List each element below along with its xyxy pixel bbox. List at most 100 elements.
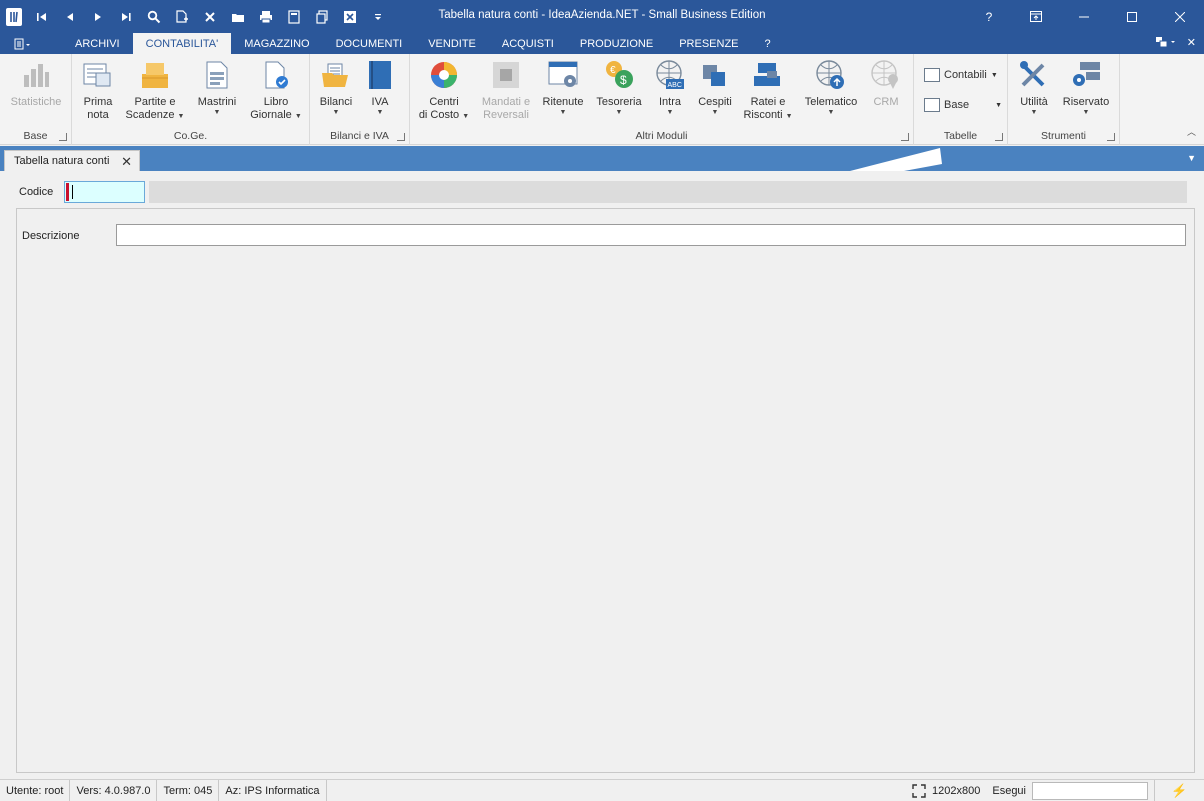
text-cursor — [72, 185, 73, 199]
svg-text:€: € — [610, 65, 616, 76]
first-record-icon[interactable] — [28, 3, 56, 31]
collapse-ribbon-icon[interactable]: ︿ — [1187, 125, 1196, 138]
excel-icon[interactable] — [336, 3, 364, 31]
tab-separator-shape — [850, 148, 942, 171]
open-folder-icon[interactable] — [224, 3, 252, 31]
ribbon-display-options-icon[interactable] — [1012, 0, 1060, 33]
tesoreria-button[interactable]: € $ Tesoreria ▼ — [592, 58, 646, 117]
lightning-icon[interactable]: ⚡ — [1154, 780, 1204, 801]
group-label-strumenti: Strumenti — [1041, 130, 1086, 142]
customize-qat-icon[interactable] — [364, 3, 392, 31]
app-logo-icon[interactable] — [6, 7, 22, 26]
tab-archivi[interactable]: ARCHIVI — [62, 33, 133, 54]
telematico-button[interactable]: Telematico ▼ — [802, 58, 860, 117]
tab-produzione[interactable]: PRODUZIONE — [567, 33, 666, 54]
ratei-risconti-button[interactable]: Ratei e Risconti ▼ — [740, 58, 796, 122]
settings-monitor-icon — [1069, 58, 1103, 92]
utilita-button[interactable]: Utilità ▼ — [1014, 58, 1054, 117]
tab-acquisti[interactable]: ACQUISTI — [489, 33, 567, 54]
prima-nota-label-2: nota — [87, 109, 109, 121]
next-record-icon[interactable] — [84, 3, 112, 31]
maximize-icon[interactable] — [1108, 0, 1156, 33]
contabili-label: Contabili — [944, 69, 987, 81]
group-expand-icon[interactable] — [1107, 133, 1115, 141]
previous-record-icon[interactable] — [56, 3, 84, 31]
close-icon[interactable] — [1156, 0, 1204, 33]
chevron-down-icon: ▼ — [990, 71, 998, 79]
globe-upload-icon — [814, 58, 848, 92]
crm-button[interactable]: CRM — [866, 58, 906, 109]
tab-vendite[interactable]: VENDITE — [415, 33, 489, 54]
libro-label-1: Libro — [263, 96, 289, 108]
mandati-label-2: Reversali — [483, 109, 529, 121]
group-expand-icon[interactable] — [59, 133, 67, 141]
group-expand-icon[interactable] — [397, 133, 405, 141]
chevron-down-icon: ▼ — [1082, 109, 1090, 116]
prima-nota-button[interactable]: Prima nota — [78, 58, 118, 122]
mandati-reversali-button[interactable]: Mandati e Reversali — [478, 58, 534, 122]
ratei-label-2: Risconti — [743, 109, 783, 121]
intra-button[interactable]: ABC Intra ▼ — [650, 58, 690, 117]
tab-presenze[interactable]: PRESENZE — [666, 33, 751, 54]
window-layout-icon[interactable] — [1155, 36, 1177, 48]
bilanci-button[interactable]: Bilanci ▼ — [316, 58, 356, 117]
contabili-button[interactable]: Contabili ▼ — [924, 68, 998, 82]
last-record-icon[interactable] — [112, 3, 140, 31]
mastrini-button[interactable]: Mastrini ▼ — [192, 58, 242, 117]
intra-label: Intra — [658, 96, 681, 108]
help-button[interactable]: ? — [966, 0, 1012, 33]
ritenute-label: Ritenute — [542, 96, 584, 108]
codice-input[interactable] — [64, 181, 145, 203]
fullscreen-icon[interactable] — [912, 784, 926, 798]
group-expand-icon[interactable] — [901, 133, 909, 141]
libro-label-2: Giornale — [250, 109, 292, 121]
group-expand-icon[interactable] — [995, 133, 1003, 141]
new-record-icon[interactable] — [168, 3, 196, 31]
ribbon: Statistiche Base Prima nota Partite e Sc… — [0, 54, 1204, 145]
descrizione-input[interactable] — [116, 224, 1186, 246]
chevron-down-icon: ▼ — [666, 109, 674, 116]
ritenute-button[interactable]: Ritenute ▼ — [538, 58, 588, 117]
globe-pin-icon — [869, 58, 903, 92]
cespiti-button[interactable]: Cespiti ▼ — [694, 58, 736, 117]
iva-button[interactable]: IVA ▼ — [362, 58, 398, 117]
tab-magazzino[interactable]: MAGAZZINO — [231, 33, 322, 54]
menubar-close-icon[interactable]: ✕ — [1187, 36, 1196, 49]
tab-documenti[interactable]: DOCUMENTI — [323, 33, 416, 54]
search-icon[interactable] — [140, 3, 168, 31]
status-right: 1202x800 Esegui ⚡ — [912, 780, 1204, 801]
group-base: Statistiche Base — [0, 54, 72, 145]
quick-access-toolbar — [0, 0, 392, 33]
close-tab-icon[interactable]: ✕ — [121, 154, 132, 170]
group-strumenti: Utilità ▼ Riservato ▼ Strumenti — [1008, 54, 1120, 145]
tab-help[interactable]: ? — [752, 33, 784, 54]
base-tabelle-button[interactable]: Base ▼ — [924, 98, 1002, 112]
document-check-icon — [259, 58, 293, 92]
codice-label: Codice — [19, 186, 54, 198]
esegui-label: Esegui — [992, 785, 1026, 797]
chevron-down-icon: ▼ — [462, 113, 470, 120]
statistiche-label: Statistiche — [10, 96, 62, 108]
partite-scadenze-button[interactable]: Partite e Scadenze ▼ — [124, 58, 186, 122]
centri-di-costo-button[interactable]: Centri di Costo ▼ — [416, 58, 472, 122]
chevron-down-icon: ▼ — [1030, 109, 1038, 116]
esegui-input[interactable] — [1032, 782, 1148, 800]
calculator-icon[interactable] — [280, 3, 308, 31]
folder-documents-icon — [319, 58, 353, 92]
app-menu-button[interactable] — [0, 33, 46, 54]
document-tab[interactable]: Tabella natura conti ✕ — [4, 150, 140, 171]
print-icon[interactable] — [252, 3, 280, 31]
globe-abc-icon: ABC — [653, 58, 687, 92]
tab-contabilita[interactable]: CONTABILITA' — [132, 33, 232, 54]
mastrini-label: Mastrini — [197, 96, 237, 108]
ledger-icon — [200, 58, 234, 92]
delete-icon[interactable] — [196, 3, 224, 31]
libro-giornale-button[interactable]: Libro Giornale ▼ — [248, 58, 304, 122]
chevron-down-icon: ▼ — [376, 109, 384, 116]
copy-icon[interactable] — [308, 3, 336, 31]
chevron-down-icon: ▼ — [785, 113, 793, 120]
riservato-button[interactable]: Riservato ▼ — [1060, 58, 1112, 117]
statistiche-button[interactable]: Statistiche — [8, 58, 64, 109]
minimize-icon[interactable] — [1060, 0, 1108, 33]
tab-list-dropdown-icon[interactable]: ▼ — [1187, 153, 1196, 163]
